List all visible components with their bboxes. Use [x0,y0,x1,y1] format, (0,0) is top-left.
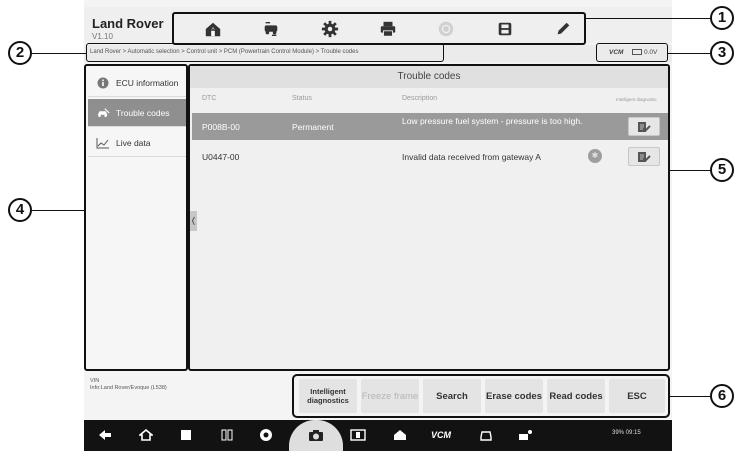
callout-leader-5 [670,170,710,171]
callout-6: 6 [710,384,734,408]
save-button[interactable] [493,18,517,40]
callout-leader-6 [670,396,710,397]
callout-leader-1-inner [586,18,672,19]
battery-icon [632,49,642,56]
svg-text:A: A [211,26,214,31]
diagnostic-report-icon [638,121,651,132]
sidebar-item-label: Live data [116,137,151,148]
callout-2: 2 [8,41,32,65]
intelligent-diagnostic-button[interactable] [628,117,660,136]
edit-button[interactable] [551,18,575,40]
freeze-frame-indicator-icon[interactable]: ❄ [588,149,602,163]
read-codes-button[interactable]: Read codes [547,379,605,413]
callout-1: 1 [710,6,734,30]
help-icon [438,21,454,37]
dtc-status: Permanent [292,122,334,132]
vehicle-info: Info:Land Rover/Evoque (L538) [90,385,167,391]
column-header-description: Description [402,95,438,102]
car-wrench-icon [96,107,110,119]
intelligent-diagnostic-button[interactable] [628,147,660,166]
esc-button[interactable]: ESC [609,379,665,413]
breadcrumb: Land Rover > Automatic selection > Contr… [90,49,359,55]
sidebar: ECU information Trouble codes Live data [84,64,188,371]
callout-5: 5 [710,158,734,182]
home-icon: A [205,22,221,37]
edit-icon [557,22,570,35]
info-icon [96,77,110,89]
recent-apps-icon[interactable] [176,426,196,444]
trouble-codes-panel: Trouble codes DTC Status Description Int… [188,64,670,371]
top-bar: Land Rover V1.10 A [84,7,672,45]
action-bar: Intelligent diagnostics Freeze frame Sea… [292,374,670,418]
vin-info: VIN Info:Land Rover/Evoque (L538) [90,378,167,392]
sidebar-item-live-data[interactable]: Live data [88,129,186,157]
collapse-sidebar-handle[interactable]: ❬ [190,211,197,231]
settings-button[interactable] [318,18,342,40]
battery-voltage-value: 0.0V [644,49,658,56]
sidebar-item-trouble-codes[interactable]: Trouble codes [88,99,186,127]
settings-icon [321,20,339,38]
status-bar: 39% 09:15 [612,430,641,436]
split-screen-icon[interactable] [217,426,237,444]
callout-leader-3 [668,53,710,54]
back-icon[interactable] [95,426,115,444]
callout-leader-4 [32,210,84,211]
table-row[interactable]: U0447-00 Invalid data received from gate… [192,143,668,170]
screen-record-icon[interactable] [348,426,368,444]
vehicle-swap-icon [264,22,278,36]
vin-label: VIN [90,378,100,384]
column-header-status: Status [292,95,312,102]
dtc-code: U0447-00 [202,152,240,162]
panel-title: Trouble codes [190,66,668,88]
callout-leader-2 [32,53,86,54]
sidebar-item-label: Trouble codes [116,107,170,118]
callout-4: 4 [8,198,32,222]
print-button[interactable] [376,18,400,40]
column-header-dtc: DTC [202,95,217,102]
home-nav-icon[interactable] [136,426,156,444]
remote-support-icon[interactable] [516,426,536,444]
help-button[interactable] [434,18,458,40]
vcm-nav-icon[interactable]: VCM [426,426,456,444]
dtc-code: P008B-00 [202,122,240,132]
dtc-description: Invalid data received from gateway A [402,152,541,162]
diagnostic-report-icon [638,151,651,162]
table-row[interactable]: P008B-00 Permanent Low pressure fuel sys… [192,113,668,140]
vehicle-nav-icon[interactable] [476,426,496,444]
erase-codes-button[interactable]: Erase codes [485,379,543,413]
battery-voltage: 0.0V [632,49,657,56]
app-version: V1.10 [92,32,113,41]
vehicle-swap-button[interactable] [259,18,283,40]
vcm-label: VCM [609,49,624,56]
device-screen: Land Rover V1.10 A Land Rover > Automati… [84,0,672,451]
save-icon [498,22,512,36]
browser-icon[interactable] [256,426,276,444]
camera-icon[interactable] [306,426,326,444]
home-button[interactable]: A [201,18,225,40]
freeze-frame-button[interactable]: Freeze frame [361,379,419,413]
intelligent-diagnostics-button[interactable]: Intelligent diagnostics [299,379,357,413]
app-title: Land Rover [92,16,164,31]
sidebar-item-label: ECU information [116,77,179,88]
sidebar-item-ecu-information[interactable]: ECU information [88,69,186,97]
dtc-description: Low pressure fuel system - pressure is t… [402,116,583,126]
callout-leader-1 [672,18,710,19]
print-icon [380,21,396,37]
column-header-intelligent-diagnostic: Intelligent diagnostic [616,97,657,102]
search-button[interactable]: Search [423,379,481,413]
autel-home-icon[interactable] [390,426,410,444]
system-nav-bar [84,420,672,451]
battery-status: 39% 09:15 [612,430,641,436]
callout-3: 3 [710,41,734,65]
graph-icon [96,137,110,149]
